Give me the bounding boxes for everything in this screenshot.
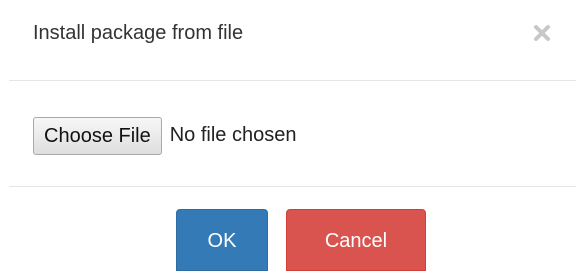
file-input-row: Choose File No file chosen [33,116,296,155]
cancel-button[interactable]: Cancel [286,209,426,271]
dialog-title: Install package from file [33,22,244,44]
choose-file-button[interactable]: Choose File [33,116,162,155]
file-status-text: No file chosen [169,124,297,146]
header-divider [9,80,576,81]
close-icon [534,25,550,41]
install-package-dialog: Install package from file Choose File No… [0,0,585,271]
ok-button[interactable]: OK [176,209,268,271]
footer-divider [9,186,576,187]
dialog-header: Install package from file [0,0,585,81]
dialog-footer: OK Cancel [0,209,585,271]
close-button[interactable] [531,22,553,44]
